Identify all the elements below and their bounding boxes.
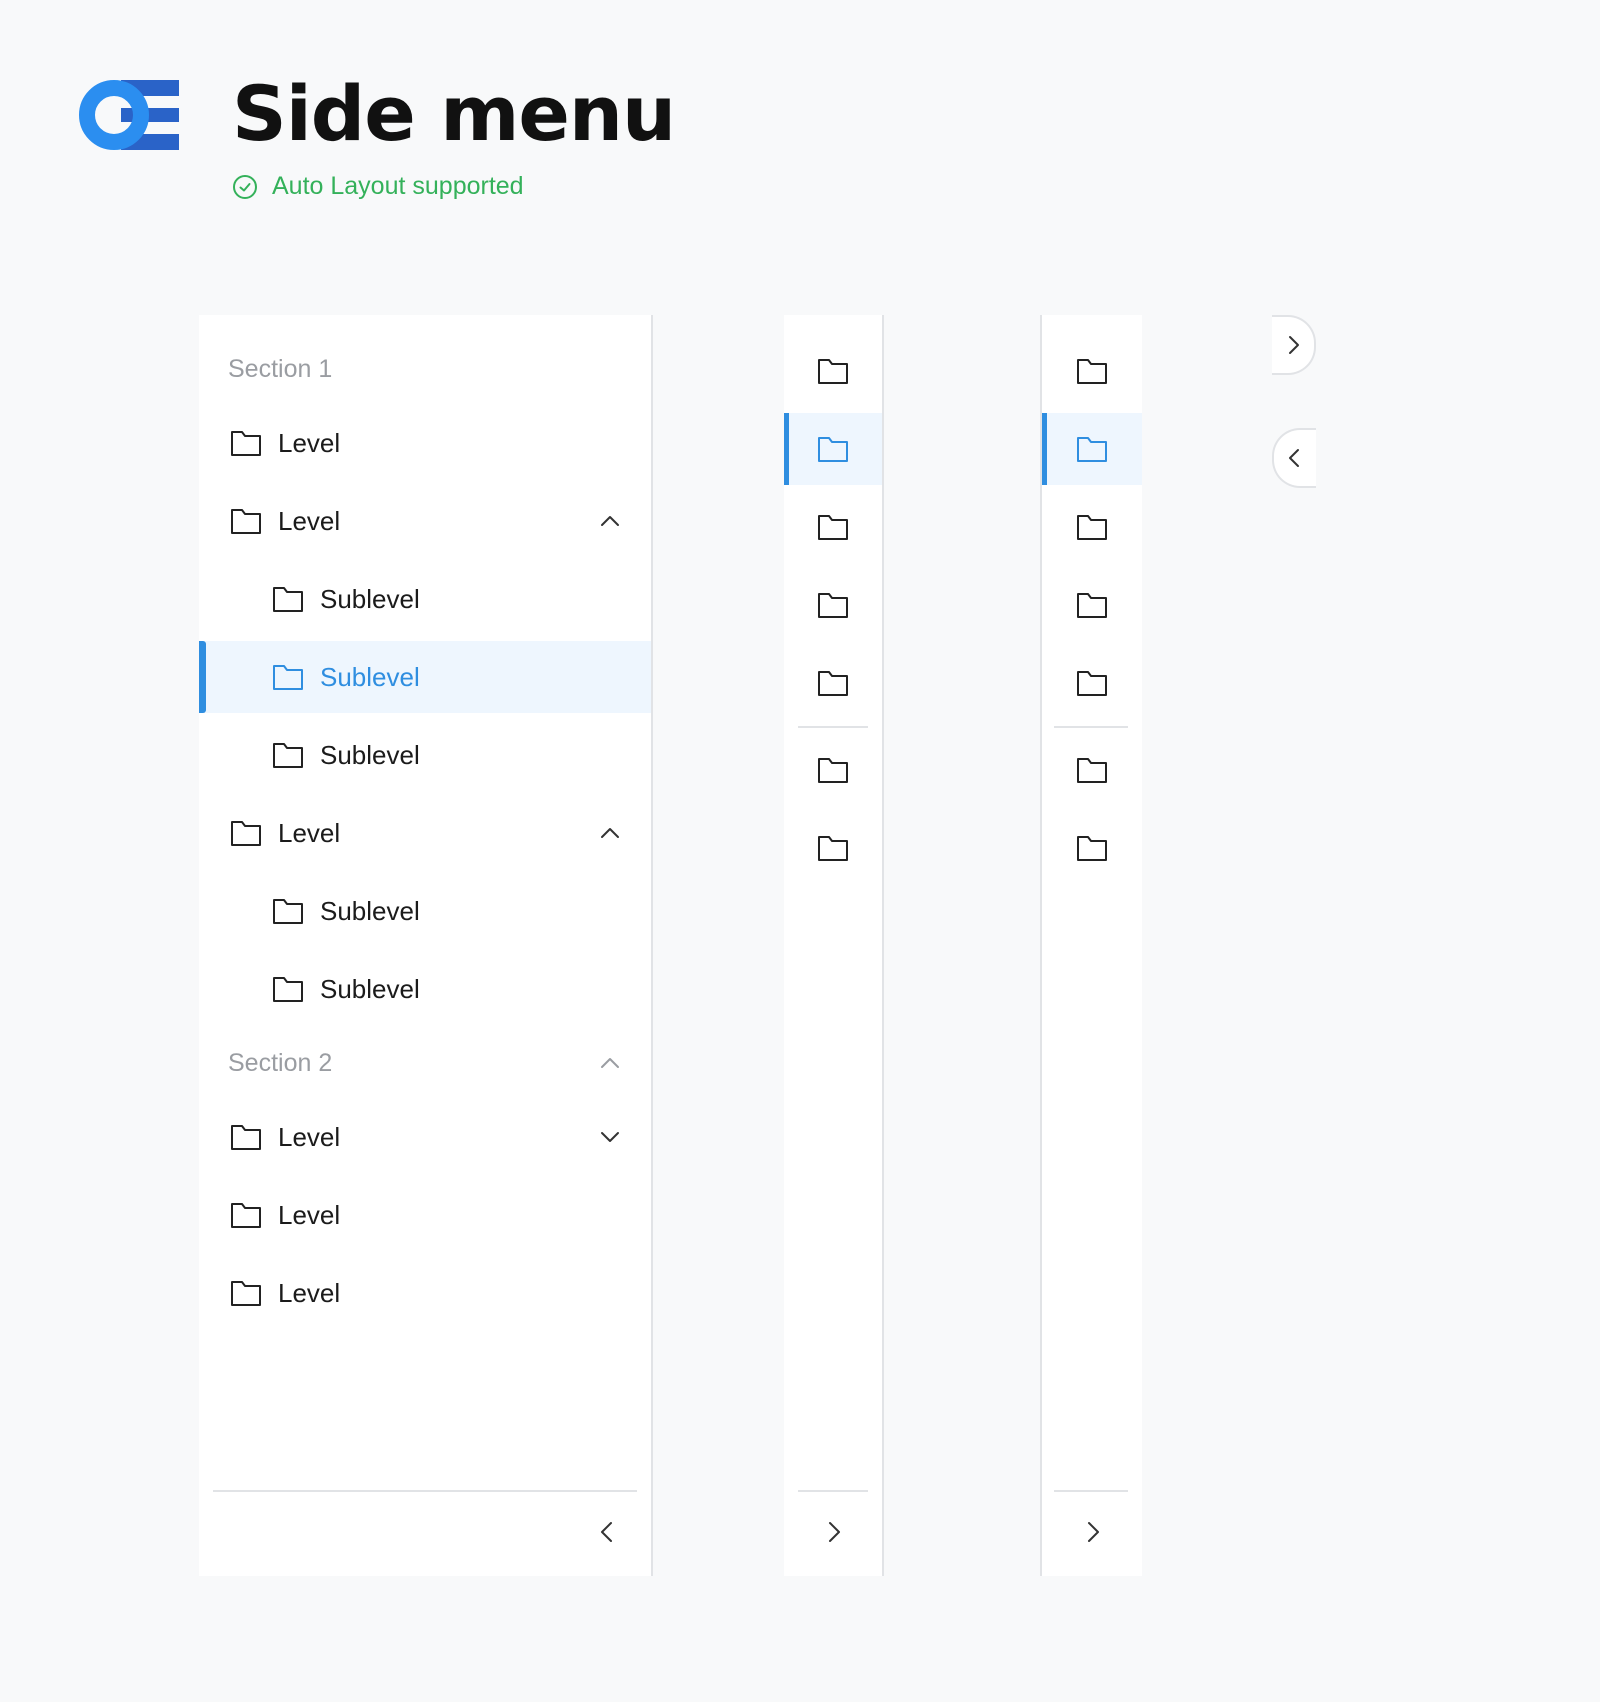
menu-item-label: Sublevel (320, 661, 420, 692)
chevron-up-icon[interactable] (599, 822, 621, 844)
menu-item-label: Level (278, 505, 341, 536)
menu-item-label: Sublevel (320, 583, 420, 614)
menu-item-sublevel[interactable]: Sublevel (199, 875, 651, 947)
menu-item-label: Level (278, 1121, 341, 1152)
folder-icon (273, 977, 303, 1002)
collapsed-item[interactable] (784, 647, 882, 719)
folder-icon (1077, 758, 1107, 783)
menu-item-sublevel[interactable]: Sublevel (199, 563, 651, 635)
folder-icon (231, 431, 261, 456)
menu-item-label: Level (278, 817, 341, 848)
folder-icon (231, 509, 261, 534)
menu-item-level[interactable]: Level (199, 1101, 651, 1173)
folder-icon (1077, 671, 1107, 696)
menu-item-label: Level (278, 1199, 341, 1230)
auto-layout-badge: Auto Layout supported (232, 172, 524, 201)
collapsed-item[interactable] (784, 335, 882, 407)
chevron-down-icon[interactable] (599, 1126, 621, 1148)
folder-icon (1077, 515, 1107, 540)
collapsed-item[interactable] (784, 812, 882, 884)
collapsed-item[interactable] (784, 734, 882, 806)
folder-icon (231, 1203, 261, 1228)
subtitle-text: Auto Layout supported (272, 172, 524, 200)
folder-icon (1077, 437, 1107, 462)
chevron-left-icon[interactable] (595, 1519, 621, 1545)
folder-icon (818, 437, 848, 462)
folder-icon (818, 359, 848, 384)
footer-divider (798, 1490, 868, 1492)
menu-item-sublevel[interactable]: Sublevel (199, 719, 651, 791)
chevron-left-icon (1289, 449, 1299, 467)
folder-icon (818, 515, 848, 540)
section-2-label: Section 2 (228, 1049, 333, 1077)
section-1-label: Section 1 (228, 355, 333, 383)
folder-icon (273, 587, 303, 612)
folder-icon (818, 758, 848, 783)
page-title: Side menu (232, 69, 676, 158)
menu-item-sublevel[interactable]: Sublevel (199, 953, 651, 1025)
folder-icon (273, 899, 303, 924)
folder-icon (818, 836, 848, 861)
section-divider (1054, 726, 1128, 728)
collapsed-item[interactable] (784, 569, 882, 641)
folder-icon (818, 593, 848, 618)
folder-icon (1077, 836, 1107, 861)
folder-icon (1077, 359, 1107, 384)
chevron-right-icon[interactable] (1079, 1519, 1105, 1545)
chevron-up-icon[interactable] (599, 510, 621, 532)
collapsed-item[interactable] (1042, 734, 1142, 806)
collapsed-item[interactable] (1042, 647, 1142, 719)
folder-icon (231, 821, 261, 846)
collapse-menu-button[interactable] (1272, 428, 1316, 488)
side-menu-expanded: Section 1 Level Level Sublevel Sublevel … (199, 315, 653, 1576)
folder-icon (231, 1125, 261, 1150)
chevron-right-icon (1289, 336, 1299, 354)
menu-item-label: Level (278, 427, 341, 458)
menu-item-label: Level (278, 1277, 341, 1308)
menu-item-label: Sublevel (320, 895, 420, 926)
folder-icon (1077, 593, 1107, 618)
menu-item-level[interactable]: Level (199, 797, 651, 869)
folder-icon (273, 665, 303, 690)
menu-item-level[interactable]: Level (199, 485, 651, 557)
folder-icon (231, 1281, 261, 1306)
footer-divider (213, 1490, 637, 1492)
expand-menu-button[interactable] (1272, 315, 1316, 375)
brand-logo-icon (79, 80, 179, 150)
collapsed-item[interactable] (1042, 335, 1142, 407)
check-circle-icon (233, 174, 257, 199)
chevron-right-icon[interactable] (820, 1519, 846, 1545)
menu-item-level[interactable]: Level (199, 1257, 651, 1329)
menu-item-sublevel-active[interactable]: Sublevel (199, 641, 651, 713)
collapsed-item[interactable] (1042, 812, 1142, 884)
folder-icon (818, 671, 848, 696)
menu-item-label: Sublevel (320, 973, 420, 1004)
folder-icon (273, 743, 303, 768)
footer-divider (1054, 1490, 1128, 1492)
collapsed-item-active[interactable] (1042, 413, 1142, 485)
collapsed-item-active[interactable] (784, 413, 882, 485)
collapsed-item[interactable] (1042, 569, 1142, 641)
side-menu-collapsed-alt (1040, 315, 1142, 1576)
collapsed-item[interactable] (1042, 491, 1142, 563)
collapsed-item[interactable] (784, 491, 882, 563)
side-menu-collapsed (784, 315, 884, 1576)
chevron-up-icon[interactable] (599, 1052, 621, 1074)
menu-item-level[interactable]: Level (199, 1179, 651, 1251)
section-divider (798, 726, 868, 728)
menu-item-level[interactable]: Level (199, 407, 651, 479)
menu-item-label: Sublevel (320, 739, 420, 770)
